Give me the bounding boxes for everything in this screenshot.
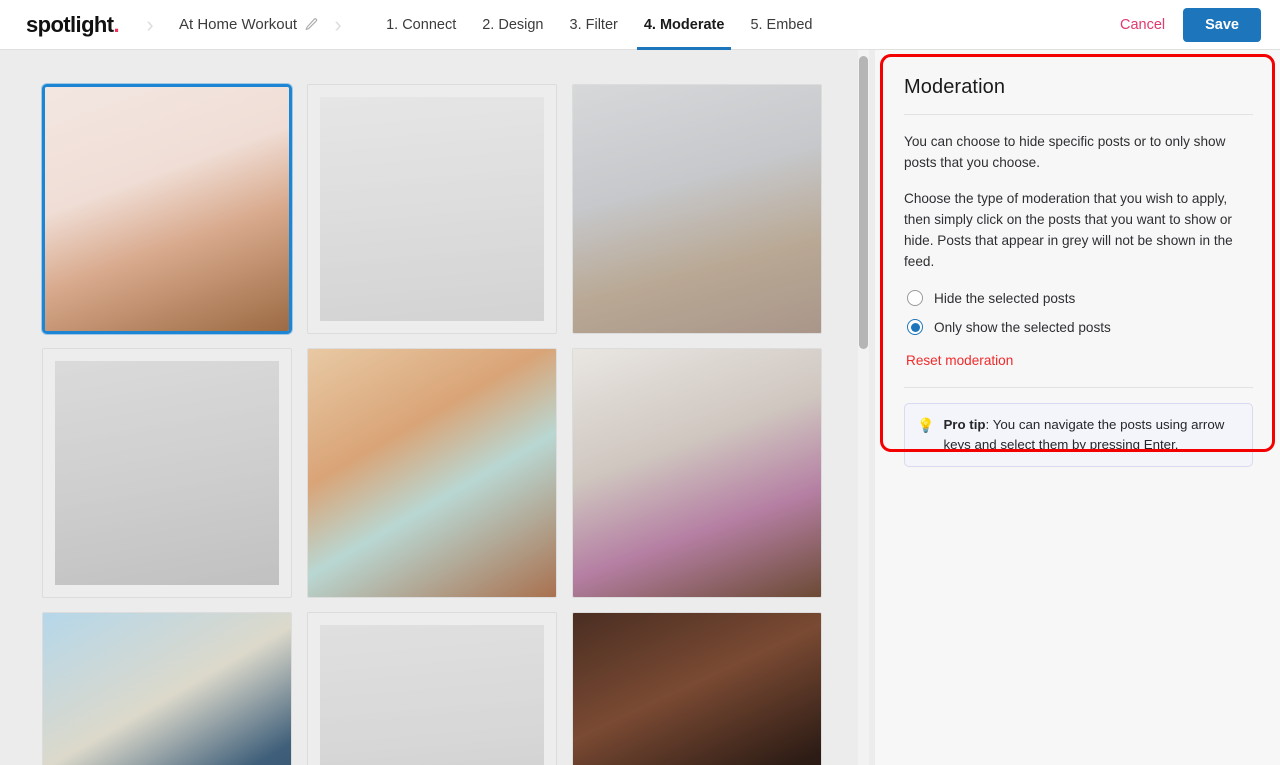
app-body: Moderation You can choose to hide specif… — [0, 50, 1280, 765]
radio-only-show-label: Only show the selected posts — [934, 319, 1111, 335]
edit-pencil-icon[interactable] — [304, 17, 319, 32]
breadcrumb-feed-name[interactable]: At Home Workout — [179, 16, 319, 33]
tab-connect[interactable]: 1. Connect — [373, 0, 469, 50]
radio-hide-icon[interactable] — [907, 290, 923, 307]
posts-grid — [42, 84, 832, 765]
post-thumbnail-6 — [573, 349, 821, 597]
tab-design-label: 2. Design — [482, 16, 544, 33]
reset-moderation-link[interactable]: Reset moderation — [906, 353, 1013, 368]
radio-option-only-show[interactable]: Only show the selected posts — [907, 319, 1253, 336]
tab-connect-label: 1. Connect — [386, 16, 457, 33]
post-tile-8[interactable] — [307, 612, 557, 765]
chevron-right-icon: › — [146, 11, 154, 37]
chevron-right-icon-2: › — [334, 11, 342, 37]
panel-title: Moderation — [904, 76, 1006, 98]
tab-design[interactable]: 2. Design — [469, 0, 556, 50]
logo-dot: . — [113, 11, 119, 37]
post-tile-1[interactable] — [42, 84, 292, 334]
post-tile-3[interactable] — [572, 84, 822, 334]
post-thumbnail-8 — [320, 625, 544, 765]
post-thumbnail-9 — [573, 613, 821, 765]
tab-filter-label: 3. Filter — [569, 16, 618, 33]
pro-tip-text: Pro tip: You can navigate the posts usin… — [943, 415, 1239, 454]
moderation-panel: Moderation You can choose to hide specif… — [880, 54, 1275, 467]
tab-filter[interactable]: 3. Filter — [557, 0, 631, 50]
radio-only-show-icon[interactable] — [907, 319, 923, 336]
post-tile-4[interactable] — [42, 348, 292, 598]
tab-embed-label: 5. Embed — [750, 16, 813, 33]
tab-embed[interactable]: 5. Embed — [737, 0, 825, 50]
pro-tip-lead: Pro tip — [943, 417, 986, 433]
description-paragraph-2: Choose the type of moderation that you w… — [904, 191, 1233, 270]
divider-bottom — [904, 387, 1253, 389]
radio-hide-label: Hide the selected posts — [934, 290, 1076, 306]
post-tile-5[interactable] — [307, 348, 557, 598]
post-thumbnail-7 — [43, 613, 291, 765]
post-tile-2[interactable] — [307, 84, 557, 334]
header-actions: Cancel Save — [1116, 7, 1261, 42]
divider-top — [904, 114, 1253, 115]
posts-scrollbar-thumb[interactable] — [859, 56, 868, 349]
post-tile-7[interactable] — [42, 612, 292, 765]
feed-name-label: At Home Workout — [178, 16, 298, 33]
post-thumbnail-3 — [573, 85, 821, 333]
spotlight-logo[interactable]: spotlight. — [26, 11, 120, 37]
pro-tip-callout: 💡 Pro tip: You can navigate the posts us… — [904, 403, 1253, 467]
app-root: spotlight. › At Home Workout › 1. Connec… — [0, 0, 1280, 765]
logo-text: spotlight — [26, 11, 114, 37]
description-paragraph-1: You can choose to hide specific posts or… — [904, 134, 1226, 171]
post-tile-6[interactable] — [572, 348, 822, 598]
wizard-tabs: 1. Connect 2. Design 3. Filter 4. Modera… — [373, 0, 825, 50]
moderation-sidebar: Moderation You can choose to hide specif… — [875, 50, 1280, 765]
tab-moderate[interactable]: 4. Moderate — [631, 0, 738, 50]
post-thumbnail-4 — [55, 361, 279, 585]
post-thumbnail-5 — [308, 349, 556, 597]
posts-panel — [0, 50, 875, 765]
post-thumbnail-1 — [45, 87, 289, 331]
posts-scrollbar-track[interactable] — [858, 50, 869, 765]
tab-moderate-label: 4. Moderate — [643, 16, 725, 33]
app-header: spotlight. › At Home Workout › 1. Connec… — [0, 0, 1280, 50]
cancel-button[interactable]: Cancel — [1116, 11, 1169, 39]
radio-option-hide[interactable]: Hide the selected posts — [907, 290, 1253, 307]
post-tile-9[interactable] — [572, 612, 822, 765]
lightbulb-icon: 💡 — [917, 417, 935, 434]
post-thumbnail-2 — [320, 97, 544, 321]
save-button[interactable]: Save — [1183, 7, 1261, 42]
